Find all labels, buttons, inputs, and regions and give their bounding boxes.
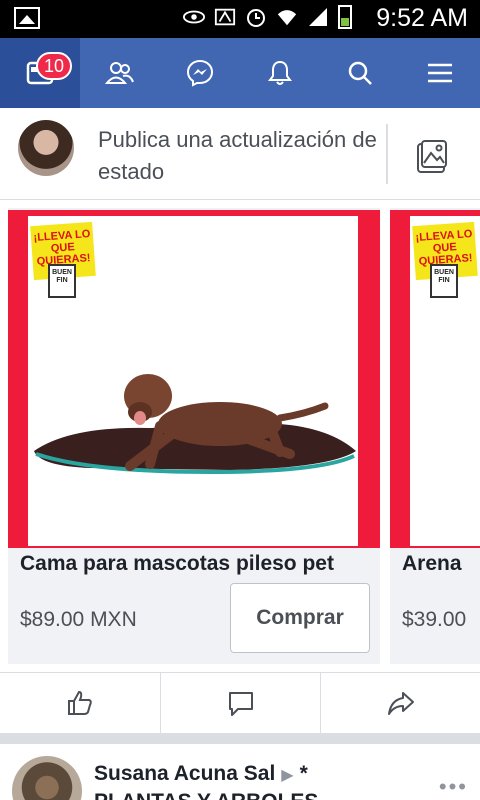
product-carousel[interactable]: ¡LLEVA LO QUE QUIERAS! BUEN FIN Cama par… [0,208,480,664]
promo-label: ¡LLEVA LO QUE QUIERAS! [415,228,473,268]
spacer [0,200,480,208]
buy-button[interactable]: Comprar [230,583,370,653]
section-divider [0,734,480,744]
nav-menu[interactable] [400,38,480,108]
product-title[interactable]: Cama para mascotas pileso pet [20,552,334,576]
share-icon [387,692,414,715]
photo-icon[interactable] [412,138,452,178]
nav-notifications[interactable] [240,38,320,108]
like-icon [68,690,92,715]
product-card[interactable]: ¡LLEVA LO QUE QUIERAS! BUEN FIN Cama par… [8,208,380,664]
more-options-icon[interactable]: ••• [439,774,468,800]
post-author[interactable]: Susana Acuna Sal ▶ * [94,762,308,786]
top-nav-bar: 10 [0,38,480,108]
composer-placeholder[interactable]: Publica una actualización de estado [98,124,383,188]
avatar[interactable] [18,120,74,176]
divider [386,124,388,184]
post-action-bar [0,672,480,734]
nav-friends[interactable] [80,38,160,108]
alarm-icon [245,5,267,29]
search-icon [348,61,372,85]
nav-messenger[interactable] [160,38,240,108]
buen-fin-logo: BUEN FIN [48,264,76,298]
product-title[interactable]: Arena [402,552,462,576]
signal-icon [307,5,329,29]
menu-icon [428,63,452,83]
nav-news-feed[interactable]: 10 [0,38,80,108]
like-button[interactable] [0,673,160,733]
buen-fin-logo: BUEN FIN [430,264,458,298]
image-notification-icon [14,7,40,29]
author-name[interactable]: Susana Acuna Sal [94,762,275,785]
product-price: $89.00 MXN [20,608,137,631]
product-card[interactable]: ¡LLEVA LO QUE QUIERAS! BUEN FIN Arena $3… [390,208,480,664]
share-button[interactable] [320,673,480,733]
wifi-icon [276,5,298,29]
promo-sub-label: BUEN FIN [434,269,454,284]
nfc-icon [214,5,236,29]
nav-search[interactable] [320,38,400,108]
feed-post[interactable]: Susana Acuna Sal ▶ * PLANTAS Y ARBOLES ••• [0,744,480,800]
product-price: $39.00 [402,608,467,631]
messenger-icon [186,59,214,87]
promo-sub-label: BUEN FIN [52,269,72,284]
product-image[interactable]: ¡LLEVA LO QUE QUIERAS! BUEN FIN [390,210,480,548]
status-time: 9:52 AM [376,4,468,32]
status-bar: 9:52 AM [0,0,480,38]
notification-badge: 10 [36,52,72,80]
comment-icon [228,692,253,716]
avatar[interactable] [12,756,82,800]
comment-button[interactable] [160,673,320,733]
dog-bed-illustration [34,374,356,475]
arrow-icon: ▶ [281,767,294,784]
notifications-icon [268,60,292,85]
friends-icon [105,62,134,84]
group-name[interactable]: PLANTAS Y ARBOLES [94,790,318,800]
product-image[interactable]: ¡LLEVA LO QUE QUIERAS! BUEN FIN [8,210,380,548]
eye-icon [183,5,205,29]
battery-icon [338,5,352,29]
post-suffix: * [299,762,308,785]
status-composer[interactable]: Publica una actualización de estado [0,108,480,200]
promo-label: ¡LLEVA LO QUE QUIERAS! [33,228,91,268]
